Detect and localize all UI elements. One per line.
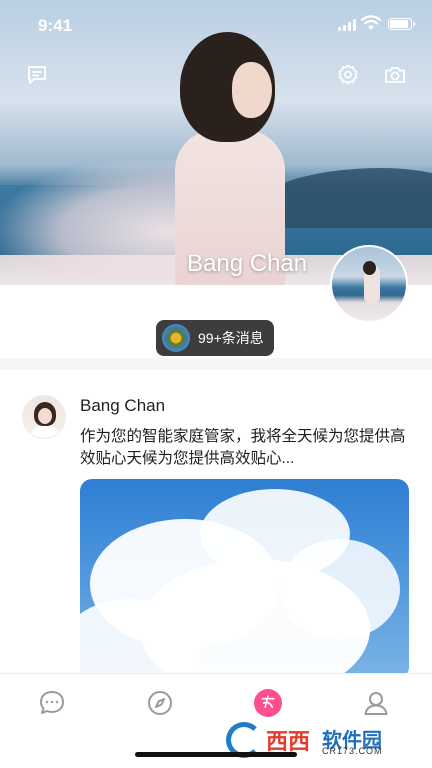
moments-icon: [261, 695, 275, 709]
compass-icon: [148, 691, 172, 715]
section-divider: [0, 358, 432, 370]
new-messages-pill[interactable]: 99+条消息: [156, 320, 274, 356]
chat-bubble-icon: [40, 691, 64, 714]
signal-icon: [338, 19, 356, 31]
tab-moments[interactable]: [254, 689, 282, 717]
message-icon[interactable]: [24, 62, 50, 88]
post-text: 作为您的智能家庭管家，我将全天候为您提供高效贴心天候为您提供高效贴心...: [80, 428, 406, 467]
profile-avatar[interactable]: [330, 245, 408, 323]
cover-face: [232, 62, 272, 118]
avatar-body: [31, 426, 59, 438]
profile-name: Bang Chan: [187, 250, 308, 277]
post-image[interactable]: [80, 479, 409, 679]
avatar-hair: [363, 261, 376, 275]
watermark-site: CR173.COM: [322, 746, 383, 756]
profile-icon: [364, 692, 388, 715]
avatar-face: [38, 408, 52, 424]
tab-profile[interactable]: [359, 686, 393, 720]
status-time: 9:41: [38, 16, 73, 35]
sunflower-avatar: [162, 324, 190, 352]
cover-hill: [262, 168, 432, 228]
battery-icon: [388, 18, 415, 30]
tab-discover[interactable]: [143, 686, 177, 720]
status-bar: 9:41: [0, 0, 432, 52]
camera-icon[interactable]: [382, 62, 408, 88]
tab-chat[interactable]: [35, 686, 69, 720]
settings-gear-icon[interactable]: [335, 62, 361, 88]
post-author-name[interactable]: Bang Chan: [80, 396, 165, 416]
new-messages-label: 99+条消息: [198, 330, 264, 346]
home-indicator[interactable]: [135, 752, 297, 757]
wifi-icon: [361, 15, 381, 30]
post-author-avatar[interactable]: [22, 395, 66, 439]
